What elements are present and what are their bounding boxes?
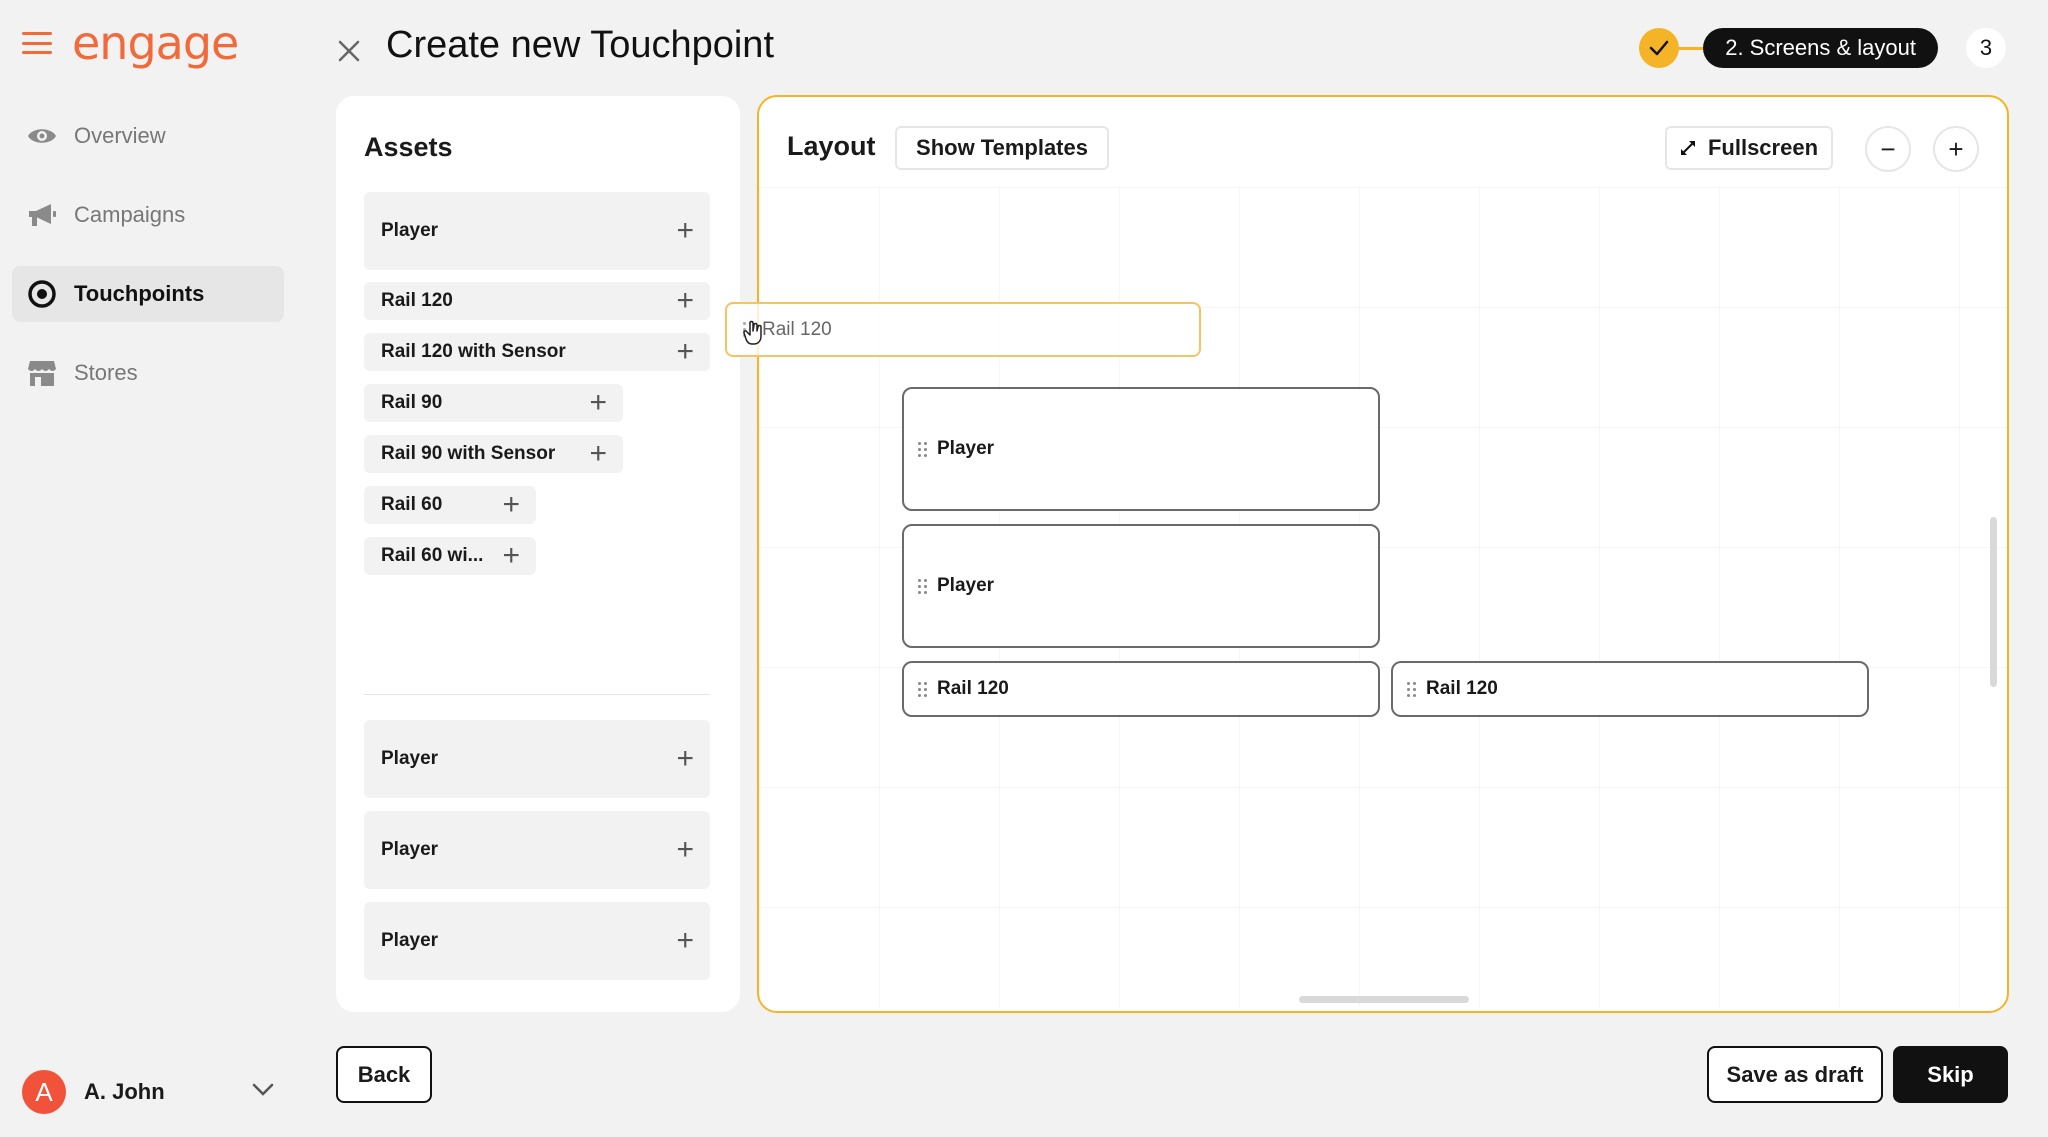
layout-block-player[interactable]: Player: [902, 387, 1380, 511]
asset-label: Player: [381, 930, 439, 951]
plus-icon[interactable]: +: [676, 216, 694, 246]
drag-handle-icon[interactable]: [1407, 680, 1416, 698]
megaphone-icon: [26, 199, 58, 231]
stepper: 2. Screens & layout 3: [1639, 26, 2006, 70]
back-button[interactable]: Back: [336, 1046, 432, 1103]
user-name: A. John: [84, 1079, 165, 1104]
sidebar: engage Overview Campaigns Touchpoints St…: [0, 0, 296, 1137]
drag-handle-icon[interactable]: [918, 577, 927, 595]
layout-title: Layout: [787, 131, 876, 161]
assets-panel: Assets Player + Rail 120 + Rail 120 with…: [336, 96, 740, 1012]
plus-icon[interactable]: +: [676, 835, 694, 865]
layout-block-rail[interactable]: Rail 120: [902, 661, 1380, 717]
main-nav: Overview Campaigns Touchpoints Stores: [12, 108, 284, 424]
layout-panel: Layout Show Templates Fullscreen − + Pla…: [757, 95, 2009, 1013]
show-templates-button[interactable]: Show Templates: [895, 126, 1109, 170]
asset-item[interactable]: Rail 120 with Sensor +: [364, 333, 710, 371]
chevron-down-icon[interactable]: [252, 1083, 274, 1102]
plus-icon[interactable]: +: [676, 744, 694, 774]
asset-item[interactable]: Player +: [364, 811, 710, 889]
brand-logo[interactable]: engage: [72, 20, 239, 66]
plus-icon[interactable]: +: [589, 439, 607, 469]
nav-label: Campaigns: [74, 202, 186, 227]
step-1-complete[interactable]: [1639, 28, 1680, 68]
user-menu[interactable]: A A. John: [22, 1068, 274, 1116]
nav-label: Stores: [74, 360, 138, 385]
asset-item[interactable]: Rail 90 with Sensor +: [364, 435, 623, 473]
asset-label: Rail 60: [381, 494, 443, 515]
fullscreen-button[interactable]: Fullscreen: [1665, 126, 1833, 170]
hand-cursor-icon: [743, 320, 762, 345]
asset-item[interactable]: Rail 120 +: [364, 282, 710, 320]
fullscreen-icon: [1680, 141, 1695, 155]
plus-icon[interactable]: +: [502, 490, 520, 520]
nav-item-touchpoints[interactable]: Touchpoints: [12, 266, 284, 322]
nav-label: Overview: [74, 123, 166, 148]
drag-ghost[interactable]: Rail 120: [725, 302, 1201, 357]
plus-icon[interactable]: +: [502, 541, 520, 571]
close-icon[interactable]: [334, 36, 364, 66]
target-icon: [26, 278, 58, 310]
fullscreen-label: Fullscreen: [1707, 135, 1819, 160]
step-2-active[interactable]: 2. Screens & layout: [1703, 28, 1938, 68]
asset-label: Player: [381, 748, 439, 769]
drag-handle-icon[interactable]: [918, 680, 927, 698]
asset-item[interactable]: Player +: [364, 192, 710, 270]
nav-item-overview[interactable]: Overview: [12, 108, 284, 164]
block-label: Player: [937, 575, 995, 596]
asset-label: Rail 60 wi...: [381, 545, 484, 566]
asset-item[interactable]: Rail 90 +: [364, 384, 623, 422]
asset-label: Rail 120: [381, 290, 453, 311]
nav-label: Touchpoints: [74, 281, 205, 306]
asset-item[interactable]: Player +: [364, 902, 710, 980]
block-label: Rail 120: [1426, 678, 1498, 699]
asset-item[interactable]: Rail 60 wi... +: [364, 537, 536, 575]
asset-item[interactable]: Rail 60 +: [364, 486, 536, 524]
asset-label: Player: [381, 220, 439, 241]
menu-icon[interactable]: [22, 32, 52, 54]
horizontal-scrollbar[interactable]: [1299, 996, 1469, 1003]
eye-icon: [26, 120, 58, 152]
asset-item[interactable]: Player +: [364, 720, 710, 798]
drag-handle-icon[interactable]: [918, 440, 927, 458]
zoom-out-button[interactable]: −: [1865, 126, 1911, 172]
store-icon: [26, 357, 58, 389]
plus-icon[interactable]: +: [676, 286, 694, 316]
plus-icon[interactable]: +: [676, 926, 694, 956]
save-draft-button[interactable]: Save as draft: [1707, 1046, 1883, 1103]
layout-block-player[interactable]: Player: [902, 524, 1380, 648]
asset-label: Rail 90: [381, 392, 443, 413]
skip-button[interactable]: Skip: [1893, 1046, 2008, 1103]
layout-block-rail[interactable]: Rail 120: [1391, 661, 1869, 717]
step-connector: [1679, 46, 1704, 50]
asset-label: Player: [381, 839, 439, 860]
plus-icon[interactable]: +: [676, 337, 694, 367]
assets-title: Assets: [364, 132, 453, 162]
drag-ghost-label: Rail 120: [762, 318, 832, 340]
asset-label: Rail 90 with Sensor: [381, 443, 556, 464]
plus-icon[interactable]: +: [589, 388, 607, 418]
avatar: A: [22, 1070, 66, 1114]
page-title: Create new Touchpoint: [386, 24, 774, 66]
block-label: Player: [937, 438, 995, 459]
check-icon: [1649, 40, 1669, 56]
vertical-scrollbar[interactable]: [1990, 517, 1997, 687]
asset-label: Rail 120 with Sensor: [381, 341, 566, 362]
block-label: Rail 120: [937, 678, 1009, 699]
brand: engage: [22, 20, 239, 66]
zoom-in-button[interactable]: +: [1933, 126, 1979, 172]
nav-item-stores[interactable]: Stores: [12, 345, 284, 401]
step-3[interactable]: 3: [1966, 28, 2006, 68]
nav-item-campaigns[interactable]: Campaigns: [12, 187, 284, 243]
divider: [364, 694, 710, 695]
